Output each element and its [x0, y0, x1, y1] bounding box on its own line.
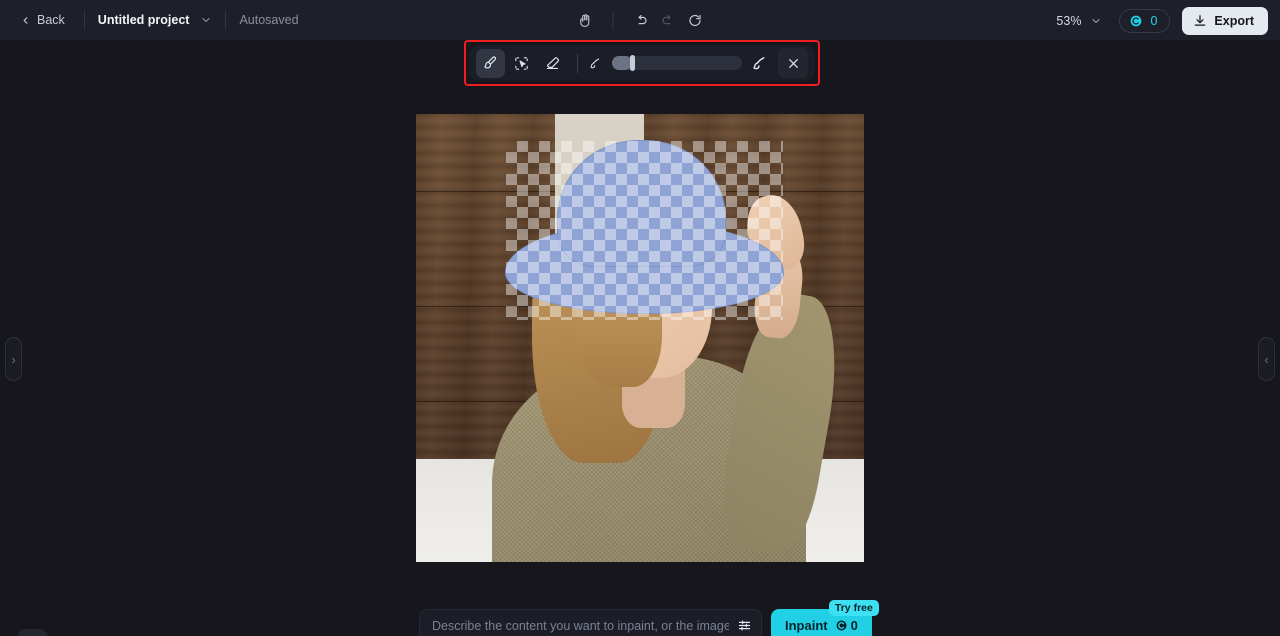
hand-tool-button[interactable]	[572, 7, 599, 34]
back-label: Back	[37, 13, 65, 27]
canvas-area[interactable]: › ‹ Describe the content you want to inp…	[0, 41, 1280, 636]
help-button[interactable]	[17, 629, 48, 636]
brush-size-slider[interactable]	[612, 55, 742, 71]
prompt-bar: Inpaint 0 Try free	[419, 600, 879, 636]
back-button[interactable]: Back	[14, 9, 71, 31]
download-icon	[1195, 14, 1206, 26]
right-panel-toggle-glyph: ‹	[1264, 351, 1269, 367]
inpaint-button-wrapper: Inpaint 0 Try free	[771, 600, 879, 636]
small-brush-icon	[590, 58, 600, 68]
export-label: Export	[1214, 13, 1254, 28]
top-bar-left: Back Untitled project Autosaved	[0, 9, 299, 31]
large-brush-icon-wrap	[751, 55, 768, 72]
eraser-tool-button[interactable]	[538, 49, 567, 78]
slider-knob[interactable]	[629, 55, 635, 71]
inpaint-cost: 0	[835, 618, 858, 633]
project-name: Untitled project	[97, 13, 190, 27]
inpaint-cost-value: 0	[850, 618, 858, 633]
prompt-settings-button[interactable]	[737, 618, 752, 633]
small-brush-icon-wrap	[588, 56, 603, 71]
redo-icon	[662, 14, 671, 25]
app-root: Back Untitled project Autosaved 53% 0 Ex…	[0, 0, 1280, 636]
right-panel-toggle[interactable]: ‹	[1258, 337, 1275, 381]
sliders-icon	[738, 620, 751, 631]
select-lasso-icon	[515, 56, 528, 70]
chevron-left-icon	[23, 16, 28, 24]
export-button[interactable]: Export	[1182, 6, 1268, 35]
undo-icon	[638, 14, 647, 25]
inpaint-label: Inpaint	[785, 618, 828, 633]
reset-view-button[interactable]	[682, 7, 709, 34]
left-panel-toggle-glyph: ›	[11, 351, 16, 367]
credit-coin-icon	[1131, 15, 1142, 26]
editing-image[interactable]	[416, 114, 864, 562]
top-bar-right: 53% 0 Export	[1051, 0, 1268, 41]
prompt-input[interactable]	[432, 618, 729, 633]
redo-button[interactable]	[655, 7, 682, 34]
divider	[612, 11, 614, 30]
brush-toolbar-highlight	[464, 40, 820, 86]
try-free-badge: Try free	[828, 600, 879, 616]
project-menu-button[interactable]	[200, 14, 212, 26]
chevron-down-icon	[1092, 18, 1101, 23]
brush-toolbar	[469, 45, 815, 81]
zoom-control[interactable]: 53%	[1051, 10, 1107, 32]
large-brush-icon	[753, 56, 765, 69]
brush-tool-button[interactable]	[476, 48, 505, 78]
close-icon	[788, 58, 798, 68]
close-brush-toolbar-button[interactable]	[778, 48, 808, 78]
credit-coin-icon	[836, 620, 847, 631]
hand-icon	[580, 14, 590, 27]
autosaved-status: Autosaved	[239, 13, 299, 27]
undo-button[interactable]	[628, 7, 655, 34]
left-panel-toggle[interactable]: ›	[5, 337, 22, 381]
top-bar-center-tools	[572, 0, 709, 41]
prompt-input-container[interactable]	[419, 609, 762, 636]
mask-checkerboard-overlay	[505, 140, 784, 321]
divider	[83, 11, 85, 29]
eraser-icon	[546, 56, 560, 69]
brush-size-row	[588, 55, 768, 72]
credits-count: 0	[1150, 13, 1158, 28]
refresh-icon	[689, 14, 701, 27]
toolbar-divider	[577, 53, 578, 73]
credits-badge[interactable]: 0	[1119, 8, 1171, 33]
zoom-level-label: 53%	[1056, 13, 1082, 28]
magic-select-tool-button[interactable]	[507, 49, 536, 78]
brush-icon	[484, 55, 497, 69]
chevron-down-icon	[202, 17, 211, 23]
masked-hat-region[interactable]	[505, 140, 784, 321]
divider	[225, 11, 227, 29]
top-bar: Back Untitled project Autosaved 53% 0 Ex…	[0, 0, 1280, 41]
